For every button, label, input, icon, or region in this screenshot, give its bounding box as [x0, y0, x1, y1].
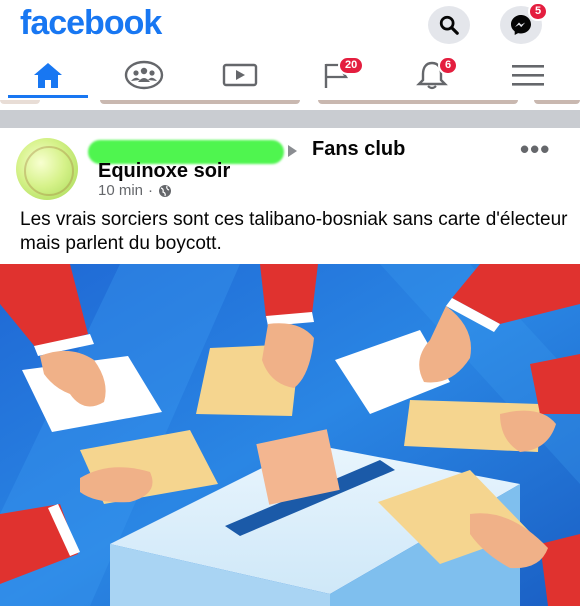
meta-separator: ·	[148, 182, 154, 199]
group-name[interactable]: Fans club	[312, 138, 405, 161]
post-author[interactable]: Equinoxe soir	[98, 160, 230, 183]
hamburger-icon	[512, 65, 544, 86]
search-icon	[439, 15, 459, 35]
pages-badge: 20	[338, 56, 365, 75]
messenger-badge: 5	[528, 2, 549, 21]
arrow-right-icon	[288, 145, 297, 157]
search-button[interactable]	[428, 6, 470, 44]
groups-icon	[124, 60, 164, 90]
tab-watch[interactable]	[194, 52, 286, 98]
tab-home[interactable]	[2, 52, 94, 98]
tab-groups[interactable]	[98, 52, 190, 98]
post-image[interactable]	[0, 264, 580, 606]
stories-strip-edge	[0, 100, 580, 106]
post-time[interactable]: 10 min	[98, 182, 143, 199]
top-bar: facebook 5	[0, 0, 580, 52]
feed-post: Fans club Equinoxe soir 10 min · ••• Les…	[0, 128, 580, 606]
tab-bar: 20 6	[0, 52, 580, 100]
tab-notifications[interactable]: 6	[386, 52, 478, 98]
facebook-logo[interactable]: facebook	[20, 4, 162, 43]
messenger-button[interactable]: 5	[500, 2, 549, 44]
facebook-app: facebook 5 20 6 Fans club Equinoxe soir …	[0, 0, 580, 606]
tab-menu[interactable]	[482, 52, 574, 98]
more-options-button[interactable]: •••	[520, 134, 550, 165]
video-icon	[222, 63, 258, 87]
avatar[interactable]	[16, 138, 78, 200]
globe-icon	[159, 184, 172, 197]
post-text: Les vrais sorciers sont ces talibano-bos…	[20, 209, 568, 254]
home-icon	[34, 63, 62, 88]
post-meta: 10 min ·	[98, 182, 172, 199]
notifications-badge: 6	[438, 56, 459, 75]
tab-pages[interactable]: 20	[290, 52, 382, 98]
feed-divider	[0, 110, 580, 128]
